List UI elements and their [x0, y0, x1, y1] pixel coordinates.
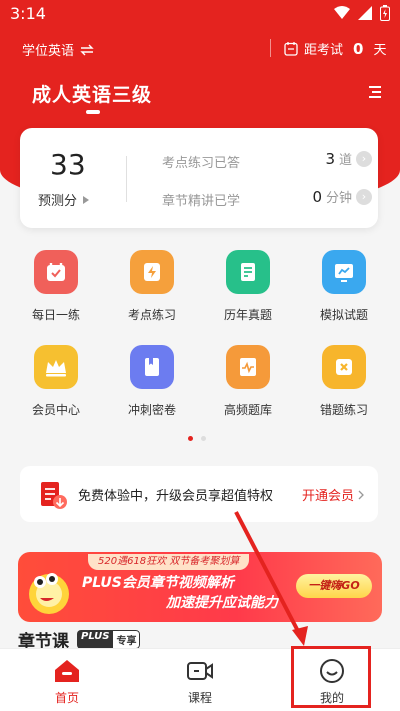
page-dot-active	[188, 436, 193, 441]
nav-home[interactable]: 首页	[17, 649, 117, 711]
exam-days: 0	[353, 39, 364, 58]
stats-card: 33 预测分 考点练习已答 3道 › 章节精讲已学 0 分钟 ›	[20, 128, 378, 228]
plus-exclusive-badge: PLUS 专享	[77, 629, 141, 649]
plus-badge-label: PLUS	[77, 629, 114, 649]
title-indicator	[86, 110, 100, 114]
mascot-icon	[29, 573, 69, 614]
predicted-score-link[interactable]: 预测分	[38, 190, 90, 209]
page-dot	[201, 436, 206, 441]
feature-daily-practice[interactable]: 每日一练	[16, 250, 96, 330]
exam-prefix: 距考试	[304, 43, 344, 58]
feature-member-center[interactable]: 会员中心	[16, 345, 96, 425]
exam-countdown[interactable]: 距考试 0 天	[284, 39, 386, 58]
battery-icon	[380, 5, 390, 21]
feature-label: 错题练习	[319, 403, 368, 417]
page-indicator	[188, 436, 206, 441]
chevron-right-icon: ›	[356, 189, 372, 205]
practice-unit: 道	[338, 153, 352, 168]
feature-sprint-papers[interactable]: 冲刺密卷	[112, 345, 192, 425]
member-banner[interactable]: 免费体验中，升级会员享超值特权 开通会员	[20, 466, 378, 522]
subject-label: 学位英语	[22, 44, 75, 59]
feature-key-points[interactable]: 考点练习	[112, 250, 192, 330]
lecture-value: 0	[312, 188, 322, 206]
exam-paper-icon	[226, 250, 270, 294]
member-promo-text: 免费体验中，升级会员享超值特权	[78, 489, 274, 504]
feature-label: 历年真题	[223, 308, 272, 322]
status-time: 3:14	[10, 4, 46, 23]
nav-home-label: 首页	[54, 691, 79, 705]
feature-label: 模拟试题	[319, 308, 368, 322]
course-title-row: 成人英语三级	[0, 74, 400, 114]
menu-icon[interactable]	[366, 85, 382, 99]
swap-icon	[80, 44, 94, 55]
open-membership-link[interactable]: 开通会员	[302, 485, 364, 504]
subject-switcher[interactable]: 学位英语	[22, 40, 94, 59]
video-icon	[187, 662, 213, 680]
book-icon	[130, 345, 174, 389]
predicted-score-label: 预测分	[38, 194, 78, 209]
calendar-icon	[284, 42, 298, 56]
pulse-doc-icon	[226, 345, 270, 389]
course-title[interactable]: 成人英语三级	[32, 80, 152, 107]
lecture-value-wrap: 0 分钟	[312, 187, 352, 206]
chart-board-icon	[322, 250, 366, 294]
promo-cta-button[interactable]: 一键嗨GO	[296, 574, 372, 598]
home-icon	[55, 660, 79, 682]
document-icon	[41, 482, 67, 509]
stats-divider	[126, 156, 127, 202]
feature-label: 冲刺密卷	[127, 403, 176, 417]
open-membership-label: 开通会员	[302, 489, 355, 504]
chevron-right-icon: ›	[356, 151, 372, 167]
status-bar: 3:14	[0, 0, 400, 28]
nav-courses[interactable]: 课程	[150, 649, 250, 711]
caret-right-icon	[83, 195, 90, 204]
feature-mock-tests[interactable]: 模拟试题	[304, 250, 384, 330]
top-bar: 学位英语 距考试 0 天	[0, 34, 400, 62]
wifi-icon	[334, 6, 350, 19]
signal-icon	[358, 6, 372, 20]
practice-value-wrap: 3道	[325, 149, 352, 168]
error-x-icon	[322, 345, 366, 389]
exclusive-badge-label: 专享	[113, 629, 141, 649]
nav-courses-label: 课程	[187, 691, 212, 705]
feature-high-frequency[interactable]: 高频题库	[208, 345, 288, 425]
feature-label: 每日一练	[31, 308, 80, 322]
feature-label: 高频题库	[223, 403, 272, 417]
feature-label: 考点练习	[127, 308, 176, 322]
lecture-stat-row[interactable]: 章节精讲已学 0 分钟 ›	[162, 187, 372, 209]
topbar-divider	[270, 39, 271, 57]
crown-icon	[34, 345, 78, 389]
lecture-label: 章节精讲已学	[162, 194, 241, 209]
feature-past-exams[interactable]: 历年真题	[208, 250, 288, 330]
status-icons	[334, 5, 390, 21]
calendar-check-icon	[34, 250, 78, 294]
exam-unit: 天	[373, 43, 387, 58]
highlight-box	[291, 646, 371, 708]
promo-main-text: PLUS会员章节视频解析	[82, 575, 234, 591]
chevron-right-icon	[358, 490, 364, 499]
practice-stat-row[interactable]: 考点练习已答 3道 ›	[162, 149, 372, 171]
chapter-section-header: 章节课 PLUS 专享	[18, 628, 141, 652]
promo-tag: 520遇618狂欢 双节备考聚划算	[88, 554, 250, 570]
feature-label: 会员中心	[31, 403, 80, 417]
feature-mistakes[interactable]: 错题练习	[304, 345, 384, 425]
predicted-score: 33	[50, 148, 86, 181]
practice-value: 3	[325, 150, 335, 168]
promo-sub-text: 加速提升应试能力	[166, 595, 278, 611]
practice-label: 考点练习已答	[162, 156, 241, 171]
promo-banner[interactable]: 520遇618狂欢 双节备考聚划算 PLUS会员章节视频解析 加速提升应试能力 …	[18, 552, 382, 622]
lecture-unit: 分钟	[325, 191, 352, 206]
lightning-note-icon	[130, 250, 174, 294]
